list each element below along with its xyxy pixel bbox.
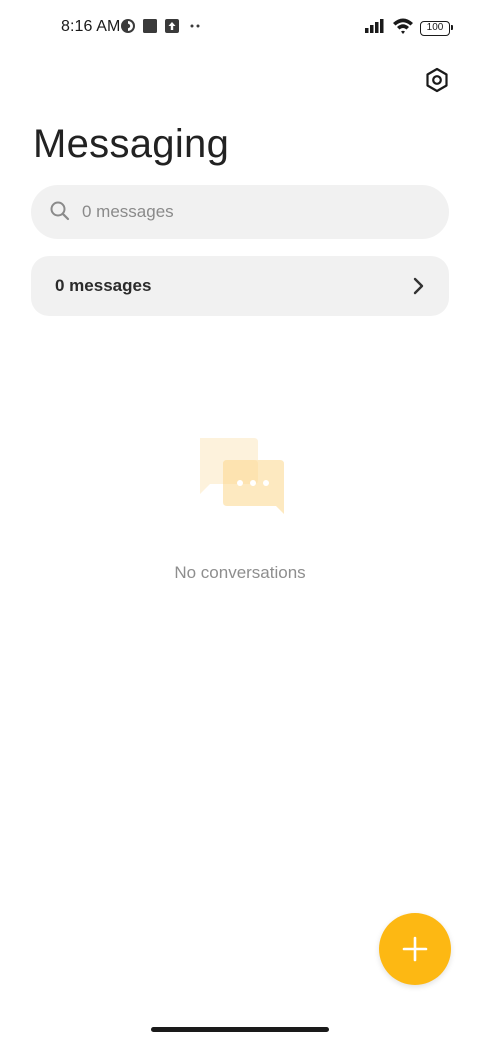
gear-icon [426,67,448,93]
messaging-screen: 8:16 AM 100 Messaging 0 messages 0 messa… [0,0,480,1040]
system-icons: 100 [364,17,453,40]
status-bar: 8:16 AM 100 [0,0,480,56]
wifi-icon [392,17,414,40]
more-notifications-icon [186,18,204,39]
square-notification-icon [142,18,158,39]
messages-row-label: 0 messages [55,276,152,295]
status-time: 8:16 AM [61,18,121,35]
search-input[interactable] [82,199,422,225]
battery-icon: 100 [420,20,453,36]
upload-notification-icon [164,18,180,39]
data-saver-icon [120,18,136,39]
page-title: Messaging [33,122,230,166]
new-conversation-button[interactable] [379,913,451,985]
settings-button[interactable] [421,64,453,96]
chevron-right-icon [413,277,424,295]
signal-icon [364,18,386,39]
empty-state-text: No conversations [174,563,306,582]
search-icon [50,201,70,221]
home-indicator[interactable] [151,1027,329,1032]
all-messages-row[interactable]: 0 messages [31,256,449,316]
notification-icons [120,18,204,39]
plus-icon [402,936,428,962]
chat-bubbles-icon [200,438,284,514]
